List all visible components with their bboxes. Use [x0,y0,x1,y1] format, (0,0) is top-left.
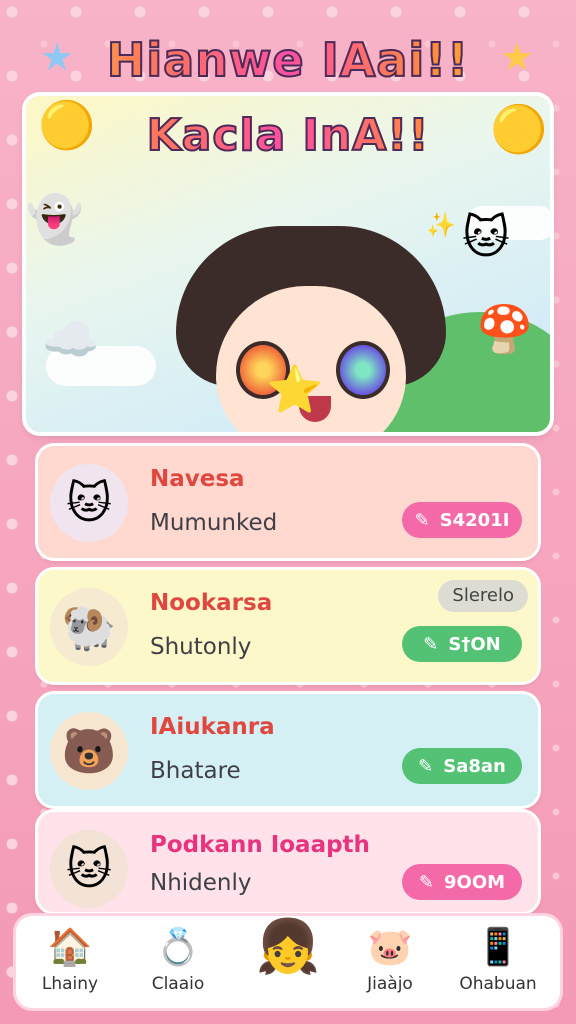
pink-ghost-icon: 👻 [26,192,84,246]
sparkle-icon: ✨ [426,211,456,239]
action-button[interactable]: ✎ Sa8an [402,748,522,784]
avatar-icon: 👧 [255,917,321,977]
tab-jiaajo[interactable]: 🐷 Jiaàjo [340,916,440,1008]
list-item[interactable]: 🐻 IAiukanra Bhatare ✎ Sa8an [38,694,538,806]
action-button[interactable]: ✎ S4201I [402,502,522,538]
card-subtitle: Nhidenly [150,870,252,896]
ring-icon: 💍 [155,927,201,968]
card-subtitle: Bhatare [150,758,241,784]
pig-icon: 🐷 [367,927,413,968]
yellow-star-icon: ⭐ [266,362,324,416]
tab-ohabuan[interactable]: 📱 Ohabuan [448,916,548,1008]
tab-home[interactable]: 🏠 Lhainy [20,916,120,1008]
action-button[interactable]: ✎ 9OOM [402,864,522,900]
edit-icon: ✎ [418,871,435,893]
card-name: Navesa [150,466,245,492]
status-badge: Slerelo [438,580,528,612]
card-subtitle: Shutonly [150,634,252,660]
card-name: IAiukanra [150,714,275,740]
avatar: 🐱 [50,830,128,908]
edit-icon: ✎ [423,633,439,655]
avatar: 🐻 [50,712,128,790]
avatar: 🐱 [50,464,128,542]
list-item[interactable]: 🐏 Nookarsa Shutonly Slerelo ✎ S†ON [38,570,538,682]
title-line-1: Hianwe IAai!! [0,33,576,87]
mushroom-icon: 🍄 [476,302,534,356]
card-subtitle: Mumunked [150,510,278,536]
action-button[interactable]: ✎ S†ON [402,626,522,662]
card-name: Podkann Ioaapth [150,832,370,858]
bottom-tab-bar: 🏠 Lhainy 💍 Claaio 👧 🐷 Jiaàjo 📱 Ohabuan [16,916,560,1008]
list-item[interactable]: 🐱 Navesa Mumunked ✎ S4201I [38,446,538,558]
cloud-icon: ☁️ [42,312,100,366]
home-icon: 🏠 [47,927,93,968]
device-icon: 📱 [475,927,521,968]
edit-icon: ✎ [414,509,430,531]
edit-icon: ✎ [418,755,434,777]
title-banner: Hianwe IAai!! Kacla InA!! [0,20,576,170]
pink-cat-icon: 🐱 [462,210,510,264]
card-name: Nookarsa [150,590,273,616]
tab-claaio[interactable]: 💍 Claaio [128,916,228,1008]
tab-profile[interactable]: 👧 [238,896,338,988]
title-line-2: Kacla InA!! [0,109,576,162]
avatar: 🐏 [50,588,128,666]
